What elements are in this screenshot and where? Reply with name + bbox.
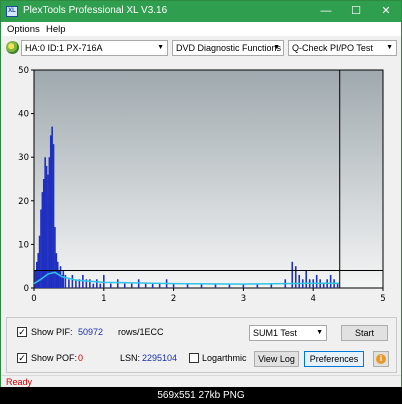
menu-help[interactable]: Help bbox=[46, 24, 66, 35]
show-pof-checkbox[interactable]: ✓ bbox=[17, 353, 27, 363]
toolbar: HA:0 ID:1 PX-716A ▼ DVD Diagnostic Funct… bbox=[1, 37, 401, 59]
plot-area bbox=[33, 69, 384, 289]
y-tick-label: 0 bbox=[24, 284, 29, 294]
chevron-down-icon: ▼ bbox=[273, 44, 280, 51]
y-tick-label: 50 bbox=[18, 66, 29, 76]
lsn-value: 2295104 bbox=[142, 353, 178, 363]
title-bar: XL PlexTools Professional XL V3.16 — ☐ ✕ bbox=[1, 1, 401, 22]
chevron-down-icon: ▼ bbox=[316, 329, 323, 336]
x-tick-label: 1 bbox=[101, 294, 106, 304]
show-pof-label: Show POF: bbox=[31, 353, 78, 363]
test-select-value: Q-Check PI/PO Test bbox=[292, 43, 373, 53]
x-tick-label: 2 bbox=[171, 294, 176, 304]
preferences-button[interactable]: Preferences bbox=[304, 351, 364, 367]
pif-unit: rows/1ECC bbox=[118, 327, 164, 337]
info-button[interactable]: i bbox=[373, 351, 389, 367]
x-tick-label: 4 bbox=[310, 294, 315, 304]
status-text: Ready bbox=[6, 377, 33, 387]
pif-value: 50972 bbox=[78, 327, 104, 337]
close-button[interactable]: ✕ bbox=[371, 1, 401, 22]
function-select[interactable]: DVD Diagnostic Functions ▼ bbox=[172, 40, 284, 56]
show-pif-label: Show PIF: bbox=[31, 327, 73, 337]
y-tick-label: 10 bbox=[18, 240, 29, 250]
y-tick-label: 30 bbox=[18, 153, 29, 163]
test-select[interactable]: Q-Check PI/PO Test ▼ bbox=[288, 40, 397, 56]
chevron-down-icon: ▼ bbox=[386, 44, 393, 51]
logarithmic-label: Logarthmic bbox=[202, 353, 247, 363]
drive-icon bbox=[6, 41, 19, 54]
start-button[interactable]: Start bbox=[341, 325, 388, 341]
chart-svg: 0 10 20 30 40 50 0 1 2 3 4 5 bbox=[18, 66, 386, 304]
chevron-down-icon: ▼ bbox=[157, 44, 164, 51]
y-tick-label: 20 bbox=[18, 197, 29, 207]
show-pif-checkbox[interactable]: ✓ bbox=[17, 327, 27, 337]
info-icon: i bbox=[376, 354, 386, 364]
x-tick-label: 5 bbox=[380, 294, 385, 304]
pi-po-chart: 0 10 20 30 40 50 0 1 2 3 4 5 bbox=[6, 62, 397, 312]
x-tick-label: 0 bbox=[31, 294, 36, 304]
menu-bar: Options Help bbox=[1, 22, 401, 36]
y-tick-label: 40 bbox=[18, 110, 29, 120]
pof-value: 0 bbox=[78, 353, 84, 363]
maximize-button[interactable]: ☐ bbox=[341, 1, 371, 22]
controls-panel: ✓ Show PIF: 50972 rows/1ECC SUM1 Test ▼ … bbox=[6, 317, 397, 373]
drive-select[interactable]: HA:0 ID:1 PX-716A ▼ bbox=[21, 40, 168, 56]
function-select-value: DVD Diagnostic Functions bbox=[176, 43, 282, 53]
view-log-button[interactable]: View Log bbox=[254, 351, 299, 367]
sum-test-select-value: SUM1 Test bbox=[253, 328, 297, 338]
app-window: XL PlexTools Professional XL V3.16 — ☐ ✕… bbox=[0, 0, 402, 404]
menu-options[interactable]: Options bbox=[7, 24, 40, 35]
minimize-button[interactable]: — bbox=[311, 1, 341, 22]
logarithmic-checkbox[interactable] bbox=[189, 353, 199, 363]
lsn-label: LSN: bbox=[120, 353, 141, 363]
window-title: PlexTools Professional XL V3.16 bbox=[23, 5, 168, 16]
x-tick-label: 3 bbox=[241, 294, 246, 304]
drive-select-value: HA:0 ID:1 PX-716A bbox=[25, 43, 103, 53]
sum-test-select[interactable]: SUM1 Test ▼ bbox=[249, 325, 327, 341]
image-caption: 569x551 27kb PNG bbox=[0, 387, 402, 404]
app-icon: XL bbox=[6, 6, 18, 17]
